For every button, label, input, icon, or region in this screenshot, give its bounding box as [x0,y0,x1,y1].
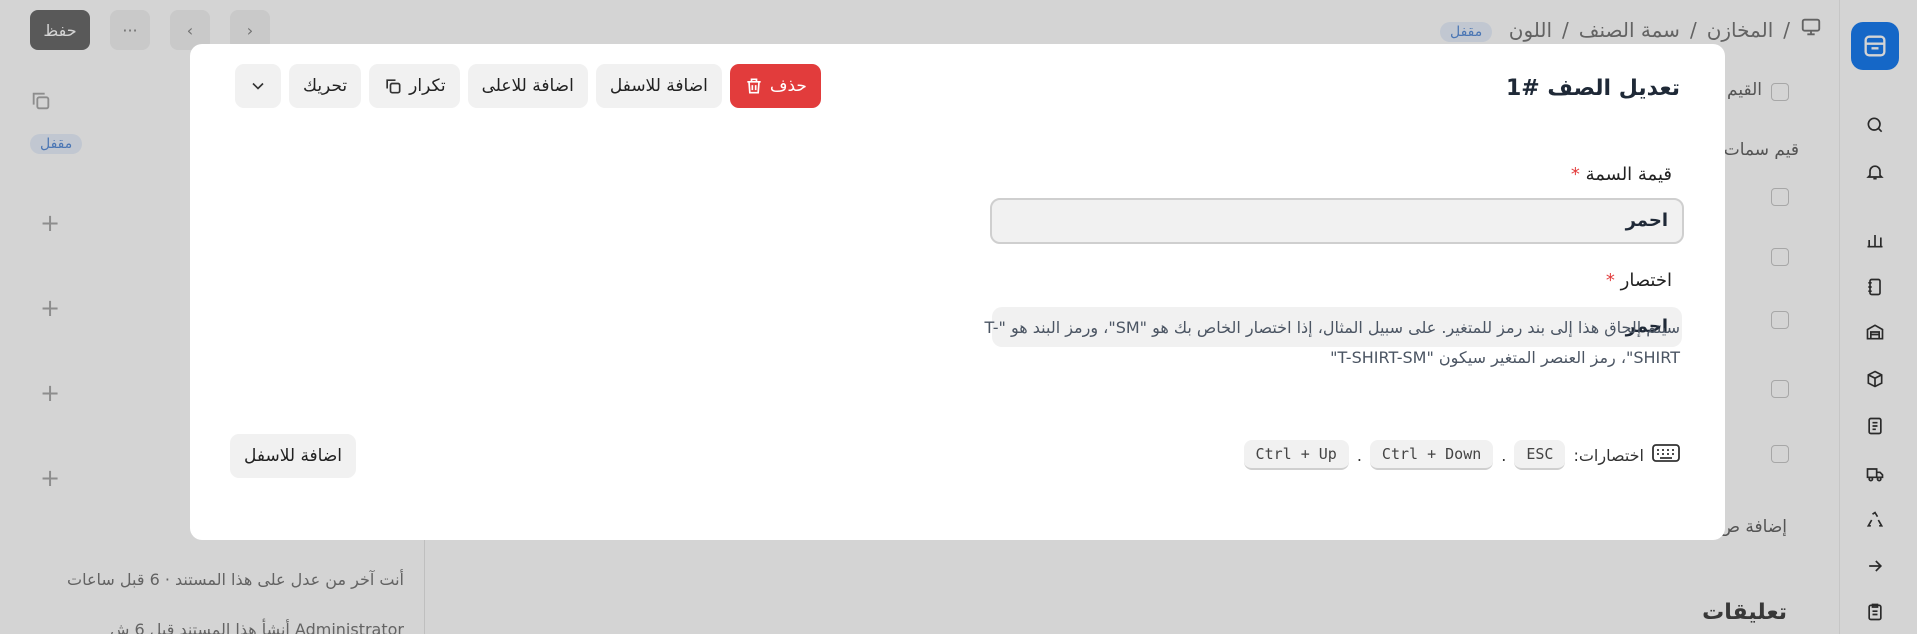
add-above-button-label: اضافة للاعلى [481,76,574,96]
footer-add-below-button[interactable]: اضافة للاسفل [230,434,357,478]
move-button[interactable]: تحريك [289,64,362,108]
kbd-esc: ESC [1514,440,1566,470]
delete-button[interactable]: حذف [729,64,821,108]
abbreviation-help-text: سيتم إلحاق هذا إلى بند رمز للمتغير. على … [984,318,1680,367]
chevron-down-icon [252,82,264,90]
keyboard-shortcuts: اختصارات: ESC . Ctrl + Down . Ctrl + Up [1243,440,1680,470]
duplicate-button-label: تكرار [409,76,446,96]
add-above-button[interactable]: اضافة للاعلى [467,64,588,108]
trash-icon [747,78,761,94]
abbreviation-label-text: اختصار [1620,270,1672,291]
edit-row-dialog: تعديل الصف #1 تحريك تكرار اضافة للاعلى ا… [190,44,1725,540]
attribute-value-label: قيمة السمة * [1567,164,1672,185]
attribute-value-input[interactable]: احمر [990,198,1684,244]
add-below-button[interactable]: اضافة للاسفل [595,64,722,108]
kbd-ctrl-down: Ctrl + Down [1369,440,1494,470]
move-button-label: تحريك [303,76,348,96]
dialog-title: تعديل الصف #1 [1505,76,1680,101]
delete-button-label: حذف [769,76,807,96]
collapse-button[interactable] [235,64,281,108]
add-below-button-label: اضافة للاسفل [609,76,708,96]
abbreviation-label: اختصار * [1602,270,1672,291]
keyboard-icon [1652,442,1680,468]
shortcut-separator: . [1356,445,1362,465]
shortcut-separator: . [1501,445,1507,465]
dialog-actions: تحريك تكرار اضافة للاعلى اضافة للاسفل حذ… [235,64,821,108]
shortcuts-label: اختصارات: [1573,445,1644,465]
attribute-value-label-text: قيمة السمة [1585,164,1672,185]
duplicate-button[interactable]: تكرار [369,64,460,108]
kbd-ctrl-up: Ctrl + Up [1243,440,1349,470]
required-mark: * [1605,270,1615,291]
copy-icon [386,79,401,94]
required-mark: * [1570,164,1580,185]
